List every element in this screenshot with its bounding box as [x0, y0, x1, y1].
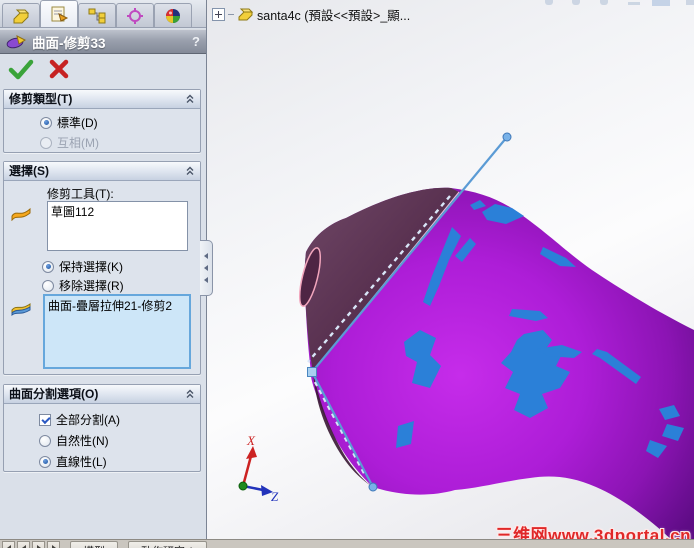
propertymanager-icon	[51, 6, 69, 22]
model-canvas[interactable]: X Z	[207, 0, 694, 548]
radio-linear-control[interactable]	[39, 455, 51, 468]
tab-motion-study[interactable]: 動作研究 1	[128, 541, 208, 548]
tab-displaymanager[interactable]	[154, 3, 192, 27]
radio-natural-control[interactable]	[39, 434, 51, 447]
checkbox-split-all[interactable]: 全部分割(A)	[39, 411, 120, 428]
tab-dimxpertmanager[interactable]	[116, 3, 154, 27]
ok-button[interactable]	[8, 58, 34, 80]
panel-title: 曲面-修剪33	[32, 35, 106, 51]
ghost-toolbar-icon	[572, 0, 580, 5]
radio-standard[interactable]: 標準(D)	[40, 114, 98, 131]
radio-linear-label: 直線性(L)	[56, 455, 107, 469]
tab-scroll-first-button[interactable]	[2, 541, 15, 548]
sketch-endpoint-bottom[interactable]	[368, 482, 378, 492]
ghost-toolbar-icon	[686, 0, 694, 5]
tab-scroll-next-button[interactable]	[32, 541, 45, 548]
displaymanager-icon	[166, 8, 180, 23]
group-selections-title: 選擇(S)	[9, 164, 49, 178]
axis-x-label: X	[246, 433, 256, 448]
ghost-toolbar-icon	[628, 2, 640, 5]
group-split-options-title: 曲面分割選項(O)	[9, 387, 99, 401]
radio-natural[interactable]: 自然性(N)	[39, 432, 109, 449]
tab-propertymanager[interactable]	[40, 0, 78, 27]
featuremanager-icon	[13, 9, 30, 23]
part-icon	[238, 8, 254, 20]
ghost-toolbar-icon	[545, 0, 553, 5]
pieces-to-keep-item[interactable]: 曲面-疊層拉伸21-修剪2	[48, 299, 172, 313]
tree-expand-icon[interactable]	[212, 8, 225, 21]
tab-scroll-last-button[interactable]	[47, 541, 60, 548]
group-trim-type: 修剪類型(T) 標準(D) 互相(M)	[3, 89, 201, 153]
radio-mutual-control[interactable]	[40, 136, 52, 149]
panel-title-bar: 曲面-修剪33 ?	[0, 29, 206, 54]
radio-remove-selection[interactable]: 移除選擇(R)	[42, 277, 124, 294]
ghost-toolbar-icon	[600, 0, 608, 5]
panel-collapse-handle[interactable]	[200, 240, 213, 296]
radio-mutual[interactable]: 互相(M)	[40, 134, 99, 151]
group-split-options: 曲面分割選項(O) 全部分割(A) 自然性(N) 直線性(L)	[3, 384, 201, 472]
checkbox-split-all-control[interactable]	[39, 413, 51, 426]
radio-natural-label: 自然性(N)	[56, 434, 109, 448]
sketch-vertex-marker[interactable]	[307, 367, 317, 377]
radio-mutual-label: 互相(M)	[57, 136, 99, 150]
radio-linear[interactable]: 直線性(L)	[39, 453, 107, 470]
radio-standard-control[interactable]	[40, 116, 52, 129]
radio-keep-label: 保持選擇(K)	[59, 260, 123, 274]
help-button[interactable]: ?	[192, 34, 200, 49]
collapse-chevron-icon[interactable]	[185, 94, 195, 104]
surface-trim-icon	[6, 34, 26, 48]
manager-tab-strip	[0, 0, 206, 28]
collapse-arrow-icon	[204, 277, 208, 283]
trim-tool-item[interactable]: 草圖112	[51, 205, 94, 219]
radio-keep-control[interactable]	[42, 260, 54, 273]
tree-root-label[interactable]: santa4c (預設<<預設>_顯...	[257, 5, 410, 24]
trim-tool-label: 修剪工具(T):	[47, 187, 114, 201]
sketch-icon	[11, 207, 31, 221]
viewport-canvas[interactable]: X Z	[207, 0, 694, 548]
collapse-arrow-icon	[204, 265, 208, 271]
tab-featuremanager[interactable]	[2, 3, 40, 27]
radio-keep-selection[interactable]: 保持選擇(K)	[42, 258, 123, 275]
configurationmanager-icon	[88, 8, 106, 23]
tab-configurationmanager[interactable]	[78, 3, 116, 27]
group-split-options-header[interactable]: 曲面分割選項(O)	[4, 385, 200, 404]
feature-tree-root[interactable]: santa4c (預設<<預設>_顯...	[212, 5, 410, 24]
collapse-chevron-icon[interactable]	[185, 389, 195, 399]
group-trim-type-title: 修剪類型(T)	[9, 92, 73, 106]
ghost-toolbar-icon	[652, 0, 670, 6]
bottom-tab-bar: 模型 動作研究 1	[0, 539, 694, 548]
trim-tool-listbox[interactable]: 草圖112	[47, 201, 188, 251]
radio-standard-label: 標準(D)	[57, 116, 98, 130]
orientation-triad: X Z	[238, 433, 279, 504]
tree-connector	[228, 14, 234, 15]
solidworks-window: X Z santa4c (預設<<預設>_顯... 三维网www.3dporta…	[0, 0, 694, 548]
group-selections: 選擇(S) 修剪工具(T): 草圖112 保持選擇(K) 移除選擇(R) 曲面-…	[3, 161, 201, 375]
property-manager-panel: 曲面-修剪33 ? 修剪類型(T) 標準(D) 互相(M) 選擇(S) 修剪工具…	[0, 0, 207, 540]
sketch-endpoint-top[interactable]	[502, 132, 512, 142]
dimxpertmanager-icon	[127, 7, 143, 24]
radio-remove-control[interactable]	[42, 279, 54, 292]
confirm-row	[8, 58, 70, 80]
checkbox-split-all-label: 全部分割(A)	[56, 413, 120, 427]
radio-remove-label: 移除選擇(R)	[59, 279, 124, 293]
axis-z-label: Z	[271, 489, 279, 504]
surface-piece-icon	[11, 303, 31, 316]
collapse-arrow-icon	[204, 253, 208, 259]
group-selections-header[interactable]: 選擇(S)	[4, 162, 200, 181]
cancel-button[interactable]	[48, 58, 70, 80]
collapse-chevron-icon[interactable]	[185, 166, 195, 176]
tab-scroll-prev-button[interactable]	[17, 541, 30, 548]
tab-model[interactable]: 模型	[70, 541, 118, 548]
pieces-to-keep-listbox[interactable]: 曲面-疊層拉伸21-修剪2	[43, 294, 191, 369]
group-trim-type-header[interactable]: 修剪類型(T)	[4, 90, 200, 109]
